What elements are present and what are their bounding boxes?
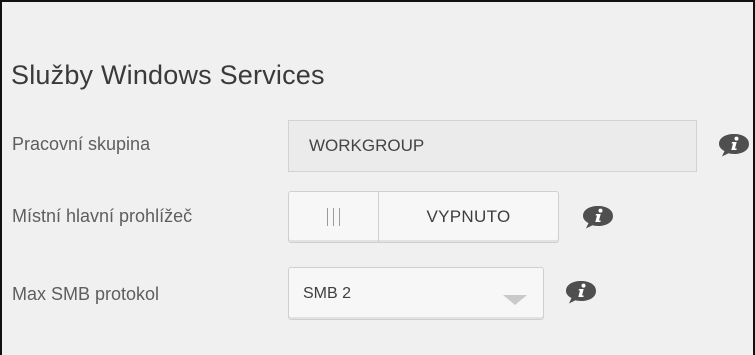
toggle-handle[interactable] [289, 192, 379, 242]
info-icon[interactable] [718, 133, 750, 157]
info-icon[interactable] [565, 280, 597, 304]
local-master-browser-toggle[interactable]: VYPNUTO [288, 191, 559, 243]
section-title: Služby Windows Services [11, 60, 325, 90]
max-smb-label: Max SMB protokol [12, 284, 160, 304]
local-master-browser-label: Místní hlavní prohlížeč [12, 206, 193, 226]
workgroup-label: Pracovní skupina [12, 134, 151, 154]
toggle-state-label: VYPNUTO [426, 207, 511, 226]
max-smb-select[interactable]: SMB 2 [288, 267, 544, 320]
select-value: SMB 2 [303, 285, 352, 302]
grip-icon [327, 208, 340, 226]
windows-services-panel: Služby Windows Services Pracovní skupina… [0, 0, 755, 355]
info-icon[interactable] [582, 205, 614, 229]
workgroup-input[interactable] [288, 120, 697, 172]
chevron-down-icon [503, 295, 527, 305]
